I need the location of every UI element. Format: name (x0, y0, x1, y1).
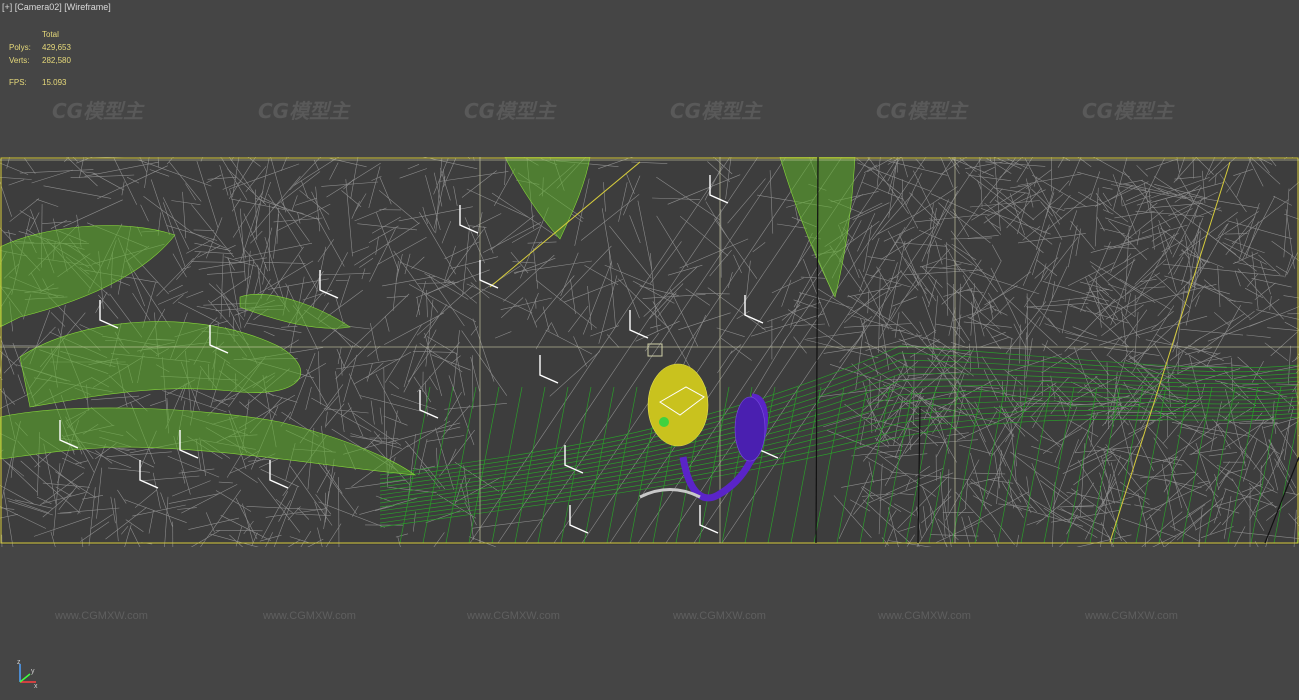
fruit-pivot (659, 417, 669, 427)
z-axis-label: z (17, 659, 21, 666)
watermark-logo: CG模型主 (1082, 99, 1174, 123)
polys-value: 429,653 (42, 43, 71, 52)
y-axis-label: y (31, 668, 35, 675)
watermark-logo: CG模型主 (52, 99, 144, 123)
watermark-logo: CG模型主 (258, 99, 350, 123)
watermark-url: www.CGMXW.com (673, 610, 766, 622)
watermark-url: www.CGMXW.com (467, 610, 560, 622)
stats-header: Total (42, 30, 59, 39)
y-axis-icon (19, 673, 31, 683)
watermark-url: www.CGMXW.com (263, 610, 356, 622)
verts-label: Verts: (9, 56, 30, 65)
fps-label: FPS: (9, 78, 27, 87)
watermark-url: www.CGMXW.com (1085, 610, 1178, 622)
verts-row: Verts: 282,580 (9, 54, 71, 67)
wireframe-viewport[interactable] (0, 157, 1299, 547)
purple-bud (734, 396, 766, 462)
viewport-label[interactable]: [+] [Camera02] [Wireframe] (2, 2, 111, 12)
fruit-mesh (647, 363, 709, 447)
axis-gizmo: z x y (17, 659, 38, 688)
x-axis-label: x (34, 683, 38, 688)
watermark-url: www.CGMXW.com (878, 610, 971, 622)
fps-row: FPS: 15.093 (9, 76, 71, 89)
polys-row: Polys: 429,653 (9, 41, 71, 54)
polys-label: Polys: (9, 43, 31, 52)
fps-value: 15.093 (42, 78, 67, 87)
verts-value: 282,580 (42, 56, 71, 65)
watermark-logo: CG模型主 (876, 99, 968, 123)
watermark-logo: CG模型主 (464, 99, 556, 123)
watermark-logo: CG模型主 (670, 99, 762, 123)
stats-overlay: Total Polys: 429,653 Verts: 282,580 FPS:… (9, 28, 71, 89)
watermark-url: www.CGMXW.com (55, 610, 148, 622)
